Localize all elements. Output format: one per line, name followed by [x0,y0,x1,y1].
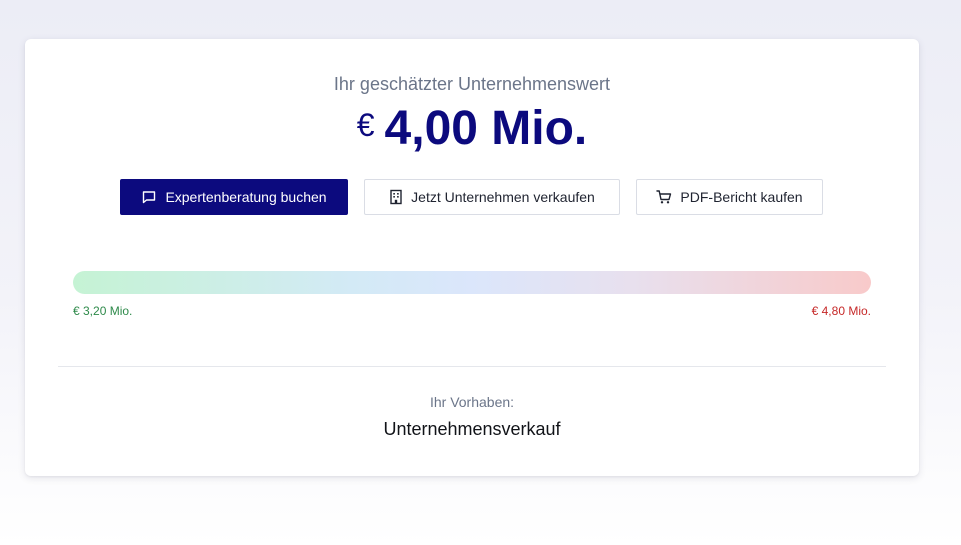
valuation-value: €4,00 Mio. [25,101,919,156]
pdf-report-label: PDF-Bericht kaufen [680,189,803,205]
range-high-label: € 4,80 Mio. [811,304,871,318]
plan-value: Unternehmensverkauf [383,419,561,439]
building-icon [390,189,402,205]
sell-company-label: Jetzt Unternehmen verkaufen [411,189,595,205]
cart-icon [656,190,672,204]
divider [58,366,886,367]
currency-symbol: € [356,107,375,143]
valuation-subtitle: Ihr geschätzter Unternehmenswert [333,74,611,94]
sell-company-button[interactable]: Jetzt Unternehmen verkaufen [364,179,620,215]
pdf-report-button[interactable]: PDF-Bericht kaufen [636,179,823,215]
valuation-card: Ihr geschätzter Unternehmenswert €4,00 M… [25,39,919,476]
range-low-label: € 3,20 Mio. [73,304,133,318]
chat-bubble-icon [143,191,156,204]
plan-label: Ihr Vorhaben: [429,394,515,410]
valuation-amount: 4,00 Mio. [384,102,588,155]
expert-consultation-label: Expertenberatung buchen [165,189,327,205]
valuation-range-bar [73,271,871,294]
expert-consultation-button[interactable]: Expertenberatung buchen [120,179,348,215]
